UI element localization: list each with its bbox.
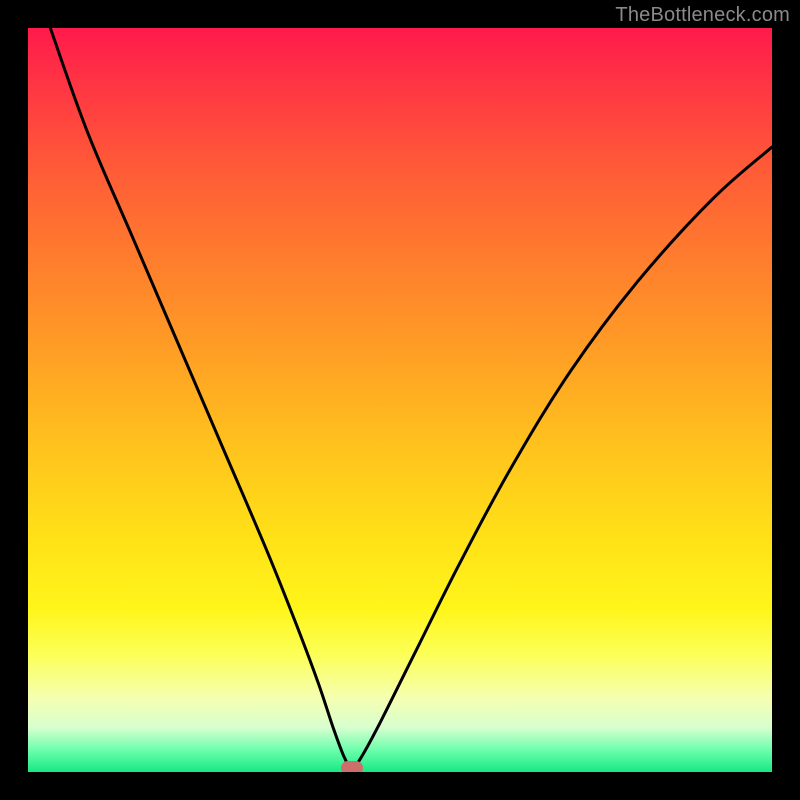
- chart-frame: TheBottleneck.com: [0, 0, 800, 800]
- plot-area: [28, 28, 772, 772]
- bottleneck-curve: [28, 28, 772, 772]
- optimal-point-marker: [341, 761, 363, 772]
- watermark-text: TheBottleneck.com: [615, 4, 790, 27]
